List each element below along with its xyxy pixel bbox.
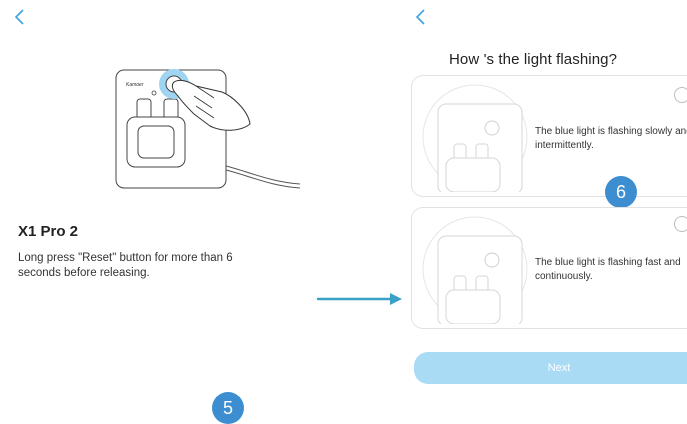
option-fast-label: The blue light is flashing fast and cont… <box>535 257 681 282</box>
device-faded-illustration <box>422 84 528 192</box>
option-slow-label: The blue light is flashing slowly and in… <box>535 126 687 151</box>
option-slow-radio[interactable] <box>674 87 687 103</box>
chevron-left-icon <box>14 9 24 25</box>
step-badge-5-label: 5 <box>222 397 233 418</box>
option-fast-flashing[interactable]: The blue light is flashing fast and cont… <box>411 207 687 329</box>
step-badge-5: 5 <box>212 392 244 424</box>
arrow-right-icon <box>316 293 402 305</box>
back-button-right[interactable] <box>413 8 427 26</box>
step-badge-6: 6 <box>605 176 637 208</box>
brand-label: Kamoer <box>126 82 144 88</box>
option-slow-flashing[interactable]: The blue light is flashing slowly and in… <box>411 75 687 197</box>
next-button[interactable]: Next <box>414 352 687 384</box>
option-fast-radio[interactable] <box>674 216 687 232</box>
transition-arrow-icon <box>316 291 404 307</box>
device-reset-illustration: Kamoer <box>110 62 305 192</box>
chevron-left-icon <box>415 9 425 25</box>
back-button-left[interactable] <box>12 8 26 26</box>
device-faded-illustration <box>422 216 528 324</box>
device-title: X1 Pro 2 <box>18 223 79 240</box>
next-button-label: Next <box>547 362 571 374</box>
flashing-question-title: How 's the light flashing? <box>449 51 618 68</box>
step-badge-6-label: 6 <box>615 181 626 202</box>
reset-instruction: Long press "Reset" button for more than … <box>18 252 233 279</box>
